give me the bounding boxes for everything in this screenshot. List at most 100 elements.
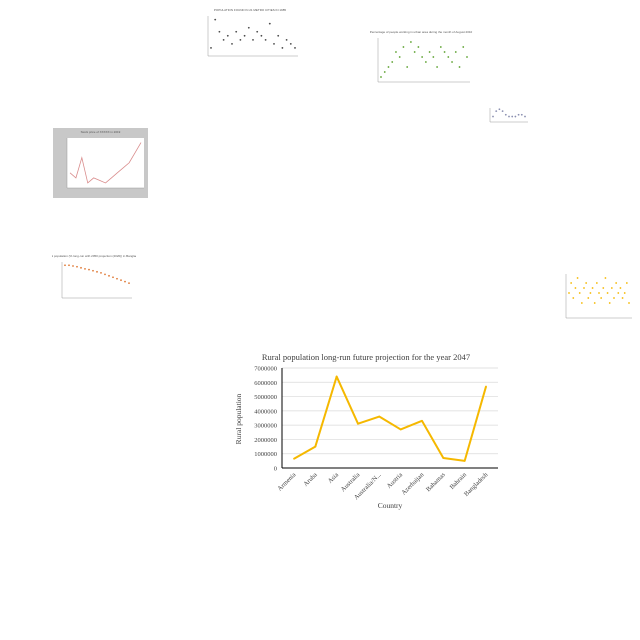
thumbnail-point bbox=[410, 41, 412, 43]
thumbnail-point bbox=[454, 51, 457, 53]
thumbnail-point bbox=[294, 47, 296, 49]
data-point bbox=[399, 428, 402, 431]
thumbnail-point bbox=[517, 113, 520, 116]
thumbnail-point bbox=[222, 38, 225, 41]
thumbnail-point bbox=[424, 61, 427, 63]
data-point bbox=[442, 457, 445, 459]
main-chart: Rural population long-run future project… bbox=[226, 344, 506, 519]
data-point bbox=[463, 459, 466, 462]
thumb-svg: Stock price of XXXXX in 2019 bbox=[66, 130, 144, 189]
y-tick-label: 7000000 bbox=[254, 366, 277, 373]
thumbnail-point bbox=[580, 302, 583, 304]
thumbnail-title: POPULATION FOUND IN 21 METRO CITIES IN 1… bbox=[214, 8, 286, 12]
y-tick-label: 6000000 bbox=[254, 380, 277, 387]
data-point bbox=[314, 445, 317, 448]
thumbnail-point bbox=[256, 30, 259, 33]
thumbnail-point bbox=[501, 110, 504, 112]
thumbnail-point bbox=[243, 34, 246, 37]
thumb-svg: POPULATION FOUND IN 21 METRO CITIES IN 1… bbox=[207, 8, 298, 57]
thumbnail-point bbox=[398, 56, 401, 58]
thumbnail-point bbox=[595, 282, 598, 284]
y-tick-label: 2000000 bbox=[254, 437, 277, 444]
thumbnail-point bbox=[615, 282, 618, 284]
thumbnail-point bbox=[495, 110, 498, 112]
main-chart-svg: Rural population long-run future project… bbox=[234, 352, 498, 510]
thumbnail-point bbox=[436, 66, 438, 68]
thumbnail-point bbox=[210, 47, 212, 49]
data-point bbox=[485, 385, 487, 388]
thumbnail-chart-scatter-small-right bbox=[480, 100, 532, 132]
thumbnail-point bbox=[84, 268, 86, 270]
data-point bbox=[357, 422, 359, 425]
thumbnail-point bbox=[613, 297, 615, 299]
thumbnail-point bbox=[451, 61, 453, 63]
thumbnail-point bbox=[508, 115, 510, 118]
thumbnail-point bbox=[608, 302, 611, 304]
thumbnail-chart-decline: Rural population (% long-run with 2050 p… bbox=[52, 252, 136, 308]
thumbnail-point bbox=[443, 51, 446, 53]
thumbnail-point bbox=[64, 264, 66, 267]
thumbnail-point bbox=[391, 61, 394, 63]
thumbnail-point bbox=[239, 38, 242, 41]
thumbnail-point bbox=[116, 277, 118, 280]
thumbnail-point bbox=[568, 292, 570, 294]
data-point bbox=[378, 415, 381, 418]
thumbnail-point bbox=[218, 30, 221, 33]
y-tick-label: 0 bbox=[274, 466, 277, 473]
x-tick-label: Bangladesh bbox=[463, 471, 490, 498]
x-tick-label: Aruba bbox=[302, 471, 319, 488]
thumbnail-point bbox=[264, 38, 267, 41]
thumbnail-point bbox=[570, 282, 573, 284]
x-tick-label: Armenia bbox=[276, 471, 297, 492]
thumbnail-point bbox=[617, 292, 620, 294]
thumbnail-point bbox=[273, 42, 275, 45]
thumbnail-point bbox=[619, 287, 622, 289]
thumbnail-point bbox=[593, 302, 596, 304]
thumbnail-point bbox=[68, 264, 70, 267]
thumbnail-point bbox=[600, 297, 603, 299]
thumbnail-point bbox=[598, 292, 600, 294]
thumbnail-point bbox=[606, 292, 609, 294]
x-axis-label: Country bbox=[378, 501, 403, 510]
x-tick-label: Bahamas bbox=[425, 471, 447, 493]
thumbnail-point bbox=[80, 266, 82, 269]
thumbnail-point bbox=[511, 115, 514, 118]
thumbnail-point bbox=[466, 56, 468, 58]
thumbnail-title: Rural population (% long-run with 2050 p… bbox=[52, 254, 136, 258]
thumbnail-point bbox=[124, 280, 126, 283]
thumbnail-point bbox=[578, 292, 581, 294]
thumbnail-point bbox=[623, 292, 626, 294]
thumbnail-chart-scatter-top: POPULATION FOUND IN 21 METRO CITIES IN 1… bbox=[198, 6, 302, 66]
thumbnail-point bbox=[458, 66, 461, 68]
thumbnail-plot-area bbox=[67, 138, 144, 188]
thumbnail-point bbox=[387, 66, 390, 68]
thumbnail-point bbox=[112, 276, 114, 279]
thumbnail-point bbox=[574, 287, 577, 289]
thumbnail-point bbox=[128, 282, 130, 284]
thumbnail-point bbox=[625, 282, 628, 284]
thumbnail-point bbox=[610, 287, 613, 289]
thumbnail-point bbox=[72, 265, 74, 267]
data-point bbox=[421, 419, 423, 422]
thumb-svg bbox=[565, 274, 632, 319]
thumbnail-point bbox=[247, 26, 250, 29]
thumbnail-title: Percentage of people working in urban ar… bbox=[370, 30, 473, 34]
thumbnail-point bbox=[231, 42, 233, 45]
thumbnail-point bbox=[576, 277, 579, 279]
thumbnail-point bbox=[514, 115, 517, 118]
thumbnail-point bbox=[100, 272, 102, 274]
thumbnail-point bbox=[260, 34, 263, 37]
axes bbox=[281, 368, 498, 469]
x-tick-label: Austria bbox=[386, 471, 405, 490]
thumbnail-chart-scatter-green: Percentage of people working in urban ar… bbox=[368, 28, 474, 92]
thumbnail-point bbox=[583, 287, 585, 289]
series-line bbox=[293, 375, 487, 462]
thumbnail-point bbox=[214, 18, 217, 21]
x-tick-label: Asia bbox=[327, 471, 340, 484]
thumbnail-point bbox=[120, 279, 122, 282]
thumbnail-chart-line-gray: Stock price of XXXXX in 2019 bbox=[53, 128, 148, 198]
thumbnail-point bbox=[462, 46, 465, 48]
thumbnail-point bbox=[504, 113, 507, 116]
x-tick-labels: Armenia Aruba Asia AustraliaAustralia/N... A… bbox=[276, 471, 490, 501]
y-tick-label: 5000000 bbox=[254, 394, 277, 401]
